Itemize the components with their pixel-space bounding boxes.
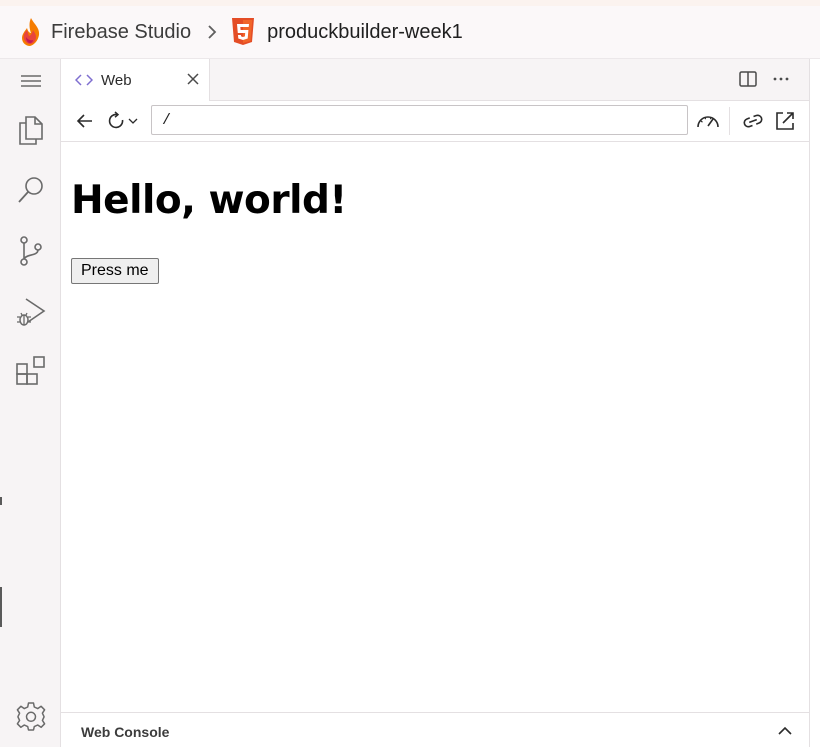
performance-button[interactable]	[696, 109, 720, 133]
html5-icon	[232, 18, 255, 45]
more-actions-icon[interactable]	[771, 69, 791, 89]
project-name[interactable]: produckbuilder-week1	[267, 21, 463, 44]
settings-gear-icon	[16, 702, 46, 731]
code-brackets-icon	[75, 74, 93, 86]
close-icon[interactable]	[185, 71, 201, 87]
toolbar-divider	[729, 107, 730, 135]
open-external-button[interactable]	[773, 109, 797, 133]
window-edge-mark	[0, 497, 2, 505]
window-edge-mark	[0, 587, 2, 627]
extensions-button[interactable]	[15, 355, 47, 387]
breadcrumb-chevron-right-icon	[208, 25, 217, 39]
open-external-icon	[776, 112, 794, 130]
run-debug-icon	[17, 298, 46, 326]
reload-options-button[interactable]	[125, 109, 141, 133]
web-console-bar[interactable]: Web Console	[61, 712, 809, 748]
press-me-button[interactable]: Press me	[71, 258, 159, 284]
web-preview: Hello, world! Press me	[61, 142, 809, 712]
editor-panel: Web / Hello, world! Press me Web Console	[61, 59, 810, 748]
brand-name[interactable]: Firebase Studio	[51, 21, 191, 44]
reload-icon	[108, 111, 124, 129]
run-debug-button[interactable]	[15, 296, 47, 328]
activity-bar	[0, 59, 61, 747]
tab-label: Web	[101, 71, 132, 89]
title-bar: Firebase Studio produckbuilder-week1	[0, 6, 820, 59]
copy-link-icon	[743, 114, 763, 128]
web-console-title: Web Console	[81, 724, 170, 740]
browser-toolbar	[61, 101, 809, 142]
explorer-button[interactable]	[15, 114, 47, 146]
explorer-files-icon	[19, 116, 43, 145]
source-control-icon	[20, 236, 42, 266]
tab-bar: Web	[61, 59, 809, 101]
tab-web[interactable]: Web	[61, 59, 210, 101]
search-button[interactable]	[15, 174, 47, 206]
extensions-icon	[16, 356, 45, 385]
search-icon	[18, 177, 43, 203]
back-button[interactable]	[73, 109, 97, 133]
copy-link-button[interactable]	[741, 109, 765, 133]
settings-button[interactable]	[15, 700, 47, 732]
chevron-up-icon[interactable]	[777, 723, 793, 739]
menu-icon	[21, 75, 41, 87]
split-editor-icon[interactable]	[738, 69, 758, 89]
performance-gauge-icon	[697, 116, 719, 128]
firebase-logo-icon	[22, 18, 40, 46]
back-arrow-icon	[76, 114, 92, 128]
url-input[interactable]	[151, 105, 688, 135]
chevron-down-icon	[128, 118, 138, 124]
source-control-button[interactable]	[15, 235, 47, 267]
menu-button[interactable]	[15, 65, 47, 97]
preview-heading: Hello, world!	[71, 178, 347, 223]
